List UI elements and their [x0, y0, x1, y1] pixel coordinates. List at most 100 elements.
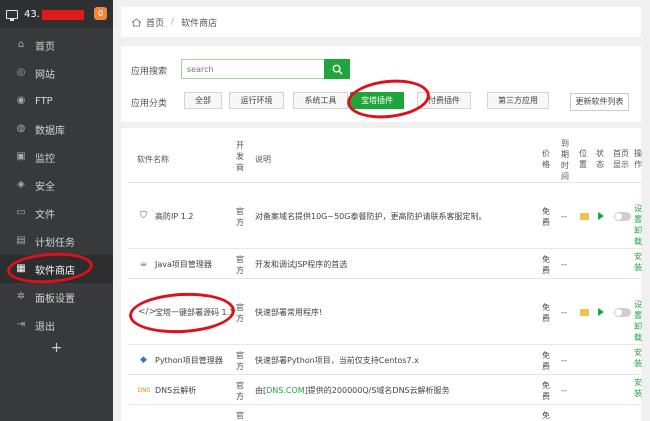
- category-button-5[interactable]: 第三方应用: [487, 92, 549, 109]
- software-name[interactable]: Java项目管理器: [155, 259, 212, 270]
- sidebar-item-4[interactable]: ▣ 监控: [0, 143, 113, 171]
- table-row: ⛉ 高防IP 1.2 官方 对备案域名提供10G~50G泰餐防护，更高防护请联系客服定…: [128, 182, 642, 248]
- description: 对备案域名提供10G~50G泰餐防护，更高防护请联系客服定制。: [255, 212, 487, 221]
- gear-icon: ✲: [16, 291, 26, 302]
- col-desc: 说明: [255, 155, 271, 164]
- grid-icon: ▦: [16, 263, 26, 274]
- expire-date: --: [561, 308, 567, 317]
- refresh-list-button[interactable]: 更新软件列表: [570, 93, 629, 111]
- col-home-show: 首页显示: [613, 149, 629, 169]
- play-icon[interactable]: [598, 308, 604, 316]
- description: 快速部署Python项目，当前仅支持Centos7.x: [255, 356, 419, 365]
- dns-link[interactable]: DNS.COM: [266, 386, 305, 395]
- description: 开发和调试JSP程序的首选: [255, 260, 348, 269]
- op-link[interactable]: 卸载: [634, 225, 642, 247]
- developer: 官方: [236, 381, 244, 401]
- globe-icon: ◎: [16, 67, 26, 78]
- sidebar-item-3[interactable]: ◍ 数据库: [0, 115, 113, 143]
- op-link[interactable]: 安装: [634, 347, 642, 369]
- server-ip: 43.: [24, 9, 84, 20]
- expire-date: --: [561, 386, 567, 395]
- sidebar-item-0[interactable]: ⌂ 首页: [0, 31, 113, 59]
- home-display-toggle[interactable]: [614, 308, 631, 317]
- software-name[interactable]: 宝塔一键部署源码 1.1: [155, 307, 234, 318]
- sidebar-item-8[interactable]: ▦ 软件商店: [0, 255, 113, 283]
- sidebar-item-label: 监控: [35, 153, 55, 165]
- category-button-0[interactable]: 全部: [184, 92, 222, 109]
- op-link[interactable]: 安装: [634, 251, 642, 273]
- expand-button[interactable]: +: [0, 340, 113, 356]
- home-icon[interactable]: [131, 17, 142, 27]
- table-row: ◆ Python项目管理器 官方 快速部署Python项目，当前仅支持Centos7.…: [128, 344, 642, 374]
- breadcrumb-current: 软件商店: [181, 18, 218, 29]
- price: 免费: [542, 351, 550, 371]
- category-button-3[interactable]: 宝塔插件: [350, 92, 404, 109]
- notification-badge[interactable]: 0: [94, 7, 107, 20]
- sidebar-item-2[interactable]: ◉ FTP: [0, 87, 113, 115]
- code-icon: </>: [138, 307, 157, 317]
- search-input[interactable]: [181, 59, 324, 79]
- col-location: 位置: [579, 149, 587, 169]
- table-row: </> 宝塔一键部署源码 1.1 官方 快速部署常用程序! 免费 -- 设置 卸载: [128, 278, 642, 344]
- sidebar-item-1[interactable]: ◎ 网站: [0, 59, 113, 87]
- software-name[interactable]: 高防IP 1.2: [155, 211, 193, 222]
- price: 免费: [542, 381, 550, 401]
- folder-icon[interactable]: [580, 309, 589, 316]
- home-display-toggle[interactable]: [614, 212, 631, 221]
- search-button[interactable]: [324, 59, 350, 79]
- breadcrumb: 首页 / 软件商店: [121, 7, 641, 37]
- folder-icon[interactable]: [580, 213, 589, 220]
- software-name[interactable]: Python项目管理器: [155, 355, 223, 366]
- developer: 官方: [236, 411, 244, 420]
- sidebar-item-5[interactable]: ◈ 安全: [0, 171, 113, 199]
- filter-panel: 应用搜索 应用分类 全部运行环境系统工具宝塔插件付费插件第三方应用 更新软件列表: [121, 46, 641, 122]
- search-label: 应用搜索: [131, 67, 168, 77]
- sidebar-item-7[interactable]: ▤ 计划任务: [0, 227, 113, 255]
- search-icon: [332, 64, 343, 75]
- price: 免费: [542, 255, 550, 275]
- database-icon: ◍: [16, 123, 26, 134]
- calendar-icon: ▤: [16, 235, 26, 246]
- table-row: ☕ Java项目管理器 官方 开发和调试JSP程序的首选 免费 -- 安装: [128, 248, 642, 278]
- col-ops: 操作: [634, 149, 642, 169]
- folder-icon: ▭: [16, 207, 26, 218]
- op-link[interactable]: 卸载: [634, 321, 642, 343]
- category-button-4[interactable]: 付费插件: [417, 92, 471, 109]
- col-price: 价格: [542, 149, 550, 169]
- sidebar-item-label: 文件: [35, 209, 55, 221]
- sidebar-item-label: 软件商店: [35, 265, 75, 277]
- op-link[interactable]: 安装: [634, 377, 642, 399]
- play-icon[interactable]: [598, 212, 604, 220]
- developer: 官方: [236, 207, 244, 227]
- logout-icon: ⇥: [16, 319, 26, 330]
- breadcrumb-home[interactable]: 首页: [146, 16, 164, 29]
- col-dev: 开发商: [236, 141, 244, 172]
- table-row: DNS DNS云解析 官方 由[DNS.COM]提供的200000Q/S域名DNS云解…: [128, 374, 642, 404]
- sidebar-item-6[interactable]: ▭ 文件: [0, 199, 113, 227]
- category-button-1[interactable]: 运行环境: [229, 92, 284, 109]
- table-row: 官方 免费: [128, 404, 641, 421]
- sidebar-item-label: 面板设置: [35, 293, 75, 305]
- shield-icon: ◈: [17, 179, 25, 190]
- sidebar-item-label: 安全: [35, 181, 55, 193]
- sidebar-item-9[interactable]: ✲ 面板设置: [0, 283, 113, 311]
- op-link[interactable]: 设置: [634, 299, 642, 321]
- sidebar: 43. 0 ⌂ 首页 ◎ 网站 ◉ FTP ◍ 数据库 ▣ 监控 ◈ 安全 ▭ 文件 ▤ 计划任务 ▦ 软件商店 ✲…: [0, 0, 113, 421]
- server-icon: [6, 9, 18, 21]
- shield-icon: ⛉: [140, 211, 147, 221]
- price: 免费: [542, 411, 550, 420]
- sidebar-item-label: 退出: [35, 321, 55, 333]
- sidebar-item-10[interactable]: ⇥ 退出: [0, 311, 113, 339]
- developer: 官方: [236, 255, 244, 275]
- expire-date: --: [561, 260, 567, 269]
- description: 由[DNS.COM]提供的200000Q/S域名DNS云解析服务: [255, 386, 450, 395]
- col-expire: 到期时间: [561, 139, 569, 181]
- col-status: 状态: [596, 149, 604, 169]
- op-link[interactable]: 设置: [634, 203, 642, 225]
- ip-redaction: [42, 9, 84, 20]
- ftp-icon: ◉: [16, 95, 26, 106]
- software-name[interactable]: DNS云解析: [155, 385, 196, 396]
- expire-date: --: [561, 212, 567, 221]
- category-button-2[interactable]: 系统工具: [293, 92, 348, 109]
- home-icon: ⌂: [17, 39, 25, 50]
